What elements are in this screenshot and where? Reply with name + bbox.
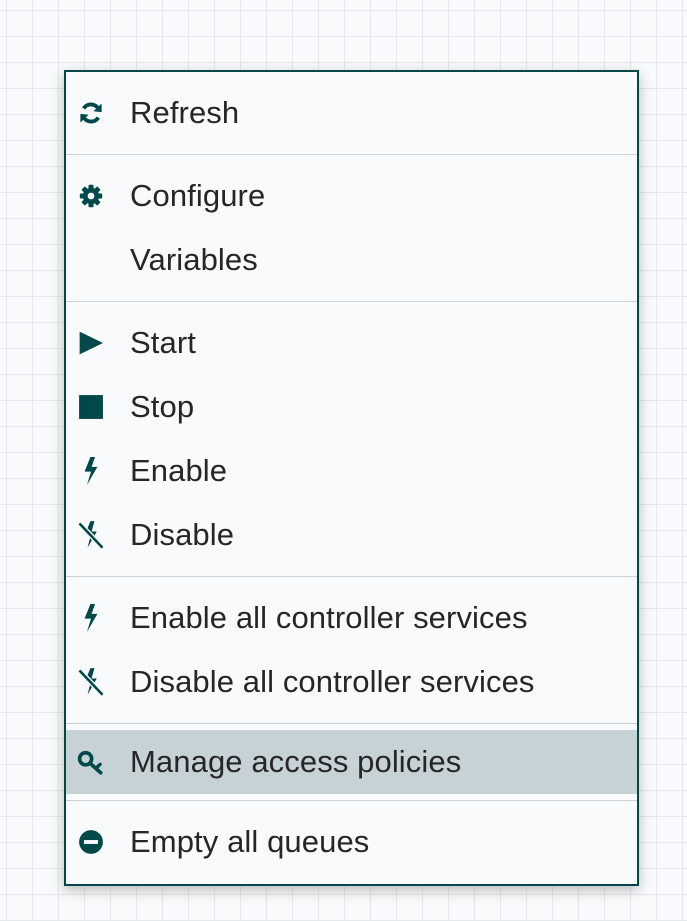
context-menu: Refresh Configure Variables Start Stop E… bbox=[64, 70, 639, 886]
menu-item-variables[interactable]: Variables bbox=[66, 228, 637, 292]
minus-circle-icon bbox=[66, 810, 116, 874]
menu-item-label: Variables bbox=[130, 242, 258, 277]
menu-item-label: Stop bbox=[130, 389, 195, 424]
menu-item-label: Disable all controller services bbox=[130, 664, 535, 699]
bolt-disabled-icon bbox=[66, 650, 116, 714]
menu-separator bbox=[66, 723, 637, 724]
blank-icon bbox=[66, 228, 116, 292]
menu-item-label: Refresh bbox=[130, 95, 240, 130]
menu-separator bbox=[66, 301, 637, 302]
menu-item-configure[interactable]: Configure bbox=[66, 164, 637, 228]
stop-icon bbox=[66, 375, 116, 439]
menu-item-enable[interactable]: Enable bbox=[66, 439, 637, 503]
menu-item-start[interactable]: Start bbox=[66, 311, 637, 375]
menu-item-label: Enable bbox=[130, 453, 228, 488]
menu-item-manage-access-policies[interactable]: Manage access policies bbox=[66, 730, 637, 794]
menu-item-label: Configure bbox=[130, 178, 266, 213]
gear-icon bbox=[66, 164, 116, 228]
bolt-disabled-icon bbox=[66, 503, 116, 567]
menu-separator bbox=[66, 154, 637, 155]
menu-item-label: Disable bbox=[130, 517, 235, 552]
menu-item-label: Manage access policies bbox=[130, 744, 462, 779]
key-icon bbox=[66, 730, 116, 794]
refresh-icon bbox=[66, 81, 116, 145]
menu-item-stop[interactable]: Stop bbox=[66, 375, 637, 439]
menu-item-disable-all-controller-services[interactable]: Disable all controller services bbox=[66, 650, 637, 714]
menu-item-label: Enable all controller services bbox=[130, 600, 528, 635]
menu-item-label: Empty all queues bbox=[130, 824, 370, 859]
menu-item-refresh[interactable]: Refresh bbox=[66, 81, 637, 145]
menu-separator bbox=[66, 800, 637, 801]
menu-item-label: Start bbox=[130, 325, 196, 360]
menu-item-disable[interactable]: Disable bbox=[66, 503, 637, 567]
menu-separator bbox=[66, 576, 637, 577]
bolt-icon bbox=[66, 586, 116, 650]
bolt-icon bbox=[66, 439, 116, 503]
menu-item-enable-all-controller-services[interactable]: Enable all controller services bbox=[66, 586, 637, 650]
play-icon bbox=[66, 311, 116, 375]
menu-item-empty-all-queues[interactable]: Empty all queues bbox=[66, 810, 637, 874]
